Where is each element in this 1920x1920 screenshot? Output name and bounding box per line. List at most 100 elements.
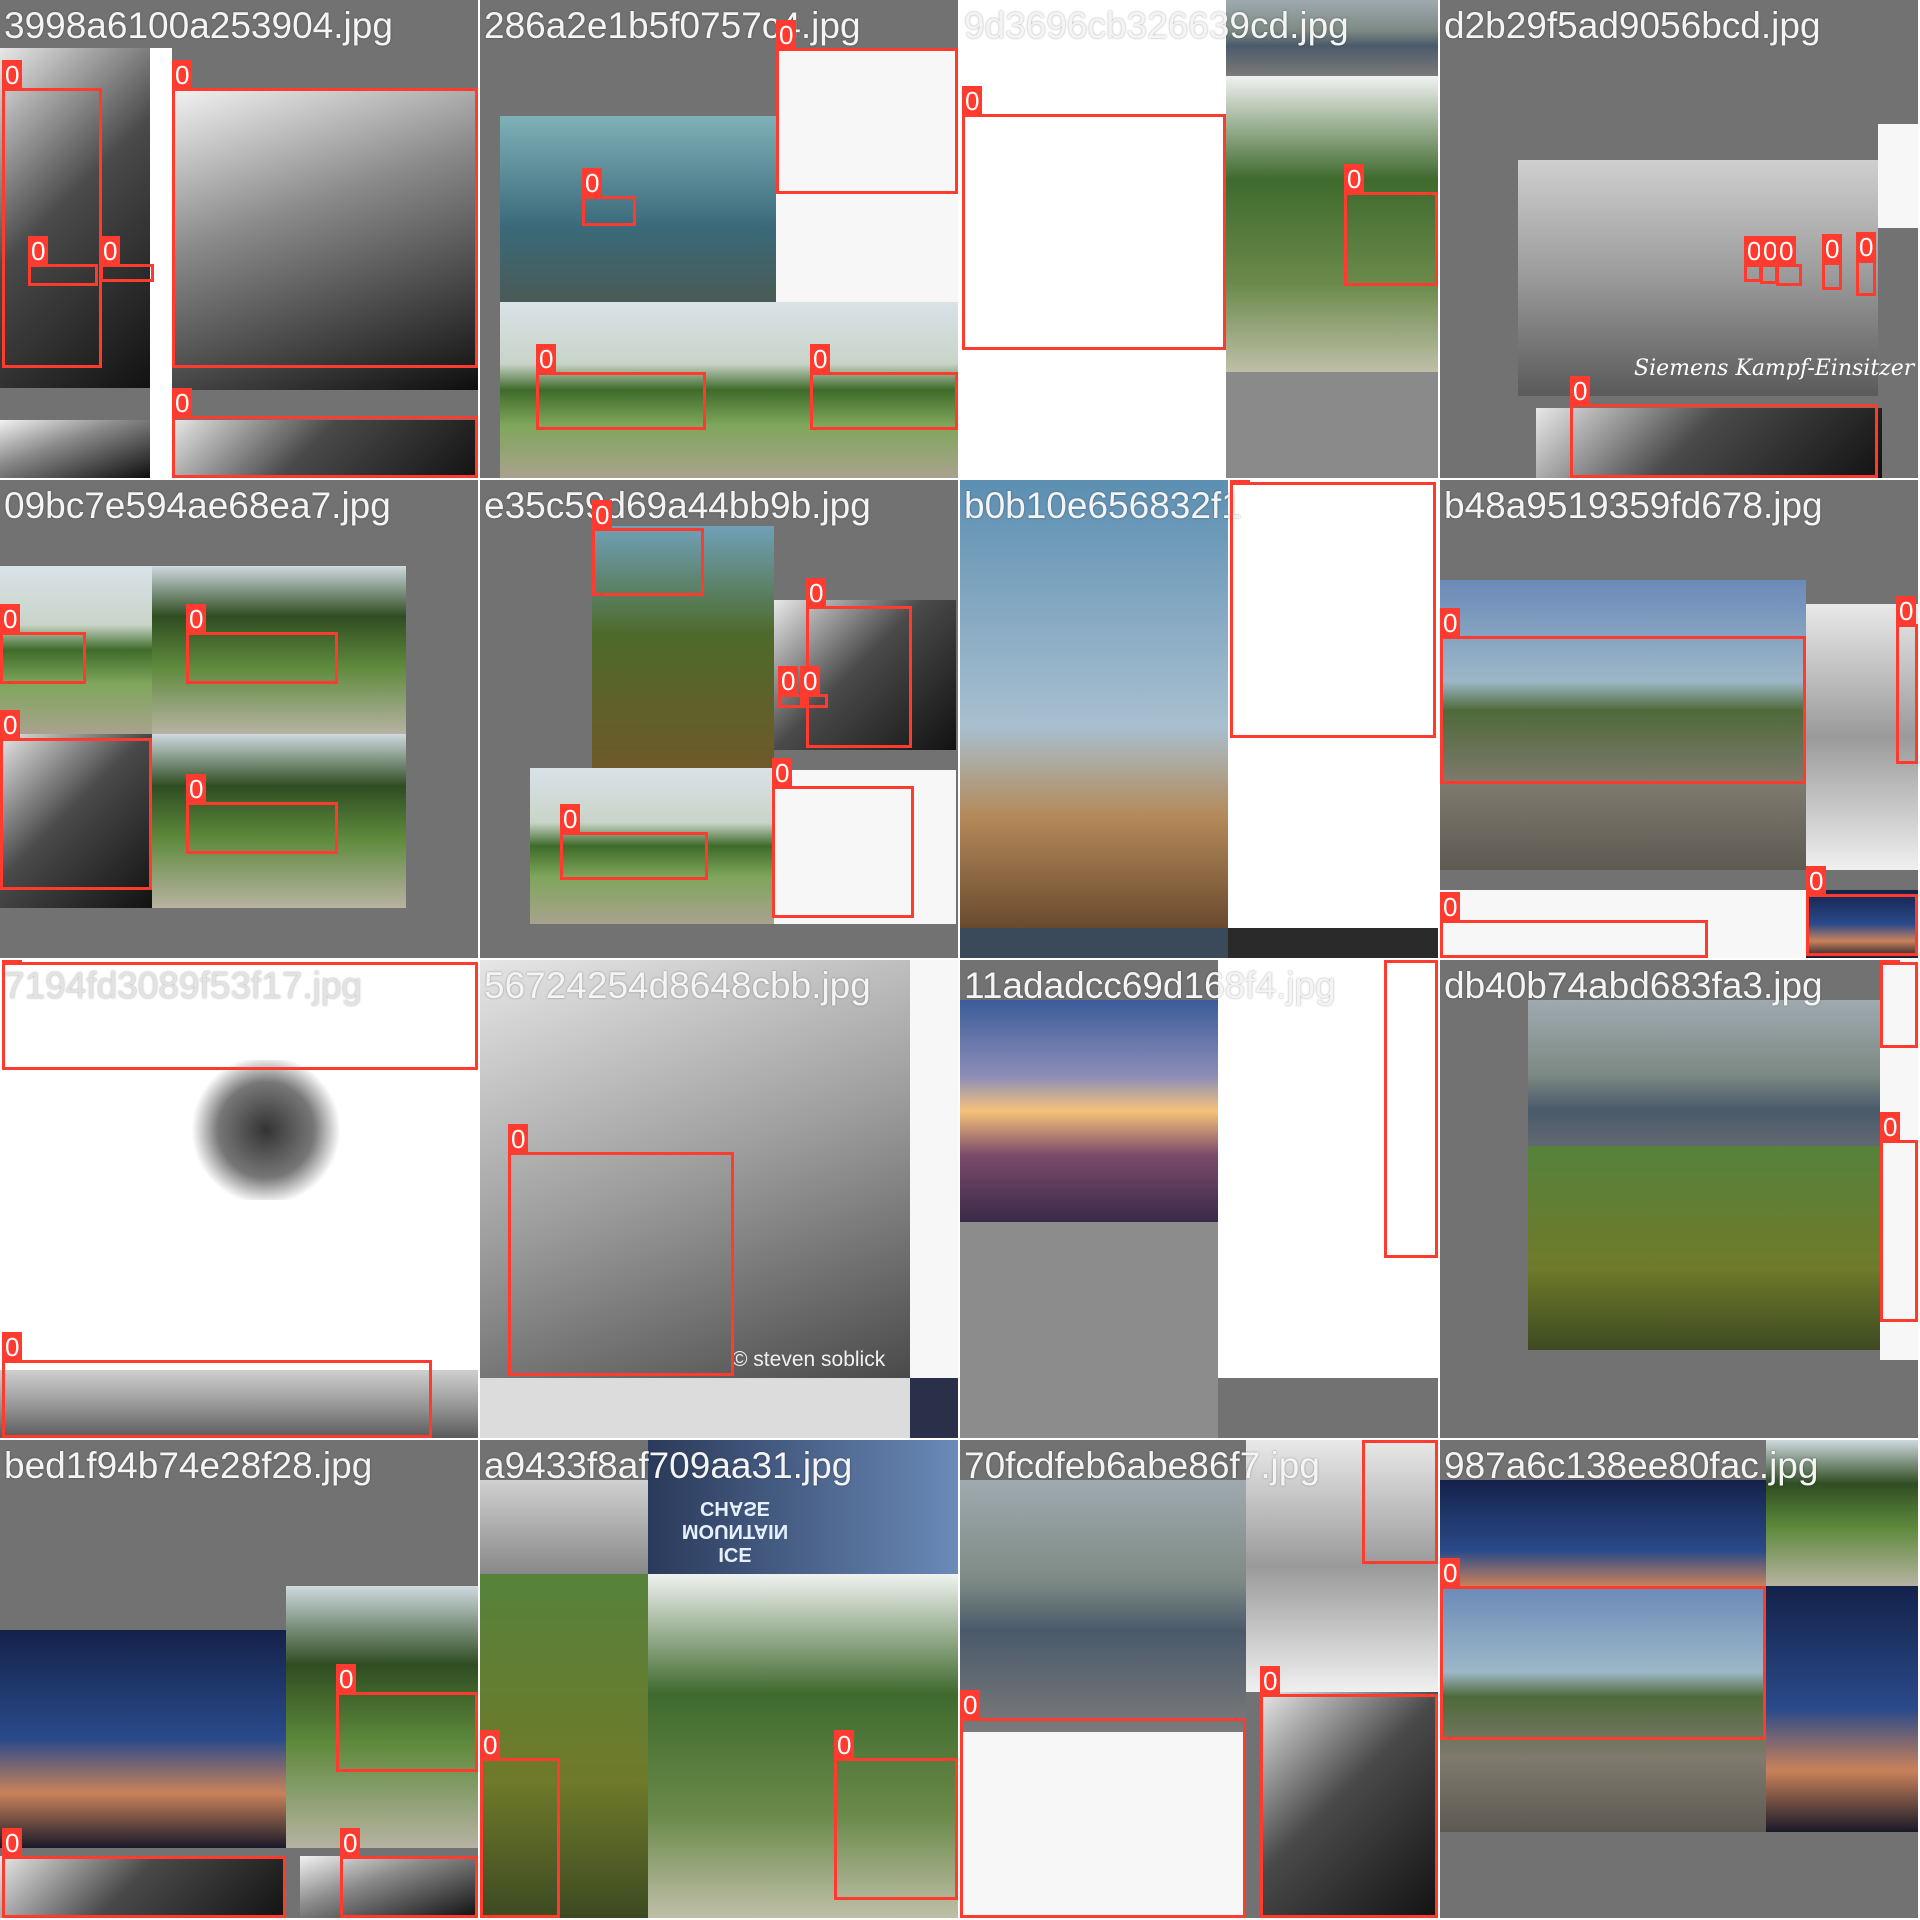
box-label: 0 bbox=[1384, 960, 1405, 962]
box-label: 0 bbox=[480, 1730, 501, 1760]
box-label: 0 bbox=[28, 236, 49, 266]
detection-box: 0 bbox=[1896, 596, 1918, 764]
detection-box: 0 bbox=[962, 86, 1226, 350]
box-label: 0 bbox=[1344, 164, 1365, 194]
detection-box: 0 bbox=[560, 804, 708, 880]
detection-box: 0 bbox=[186, 774, 338, 854]
detection-box: 0 bbox=[1776, 236, 1802, 286]
tile-filename: 3998a6100a253904.jpg bbox=[4, 5, 393, 46]
tile: e35c59d69a44bb9b.jpg 0 0 0 0 0 0 bbox=[480, 480, 958, 958]
box-label: 0 bbox=[1880, 960, 1901, 964]
box-label: 0 bbox=[2, 1828, 23, 1858]
detection-box: 0 bbox=[834, 1730, 958, 1900]
box-label: 0 bbox=[2, 60, 23, 90]
box-label: 0 bbox=[186, 774, 207, 804]
detection-box: 0 bbox=[186, 604, 338, 684]
tile: 3998a6100a253904.jpg 0 0 0 0 0 bbox=[0, 0, 478, 478]
detection-box: 0 bbox=[800, 666, 828, 708]
image-piece bbox=[910, 1378, 958, 1438]
detection-box: 0 bbox=[172, 388, 478, 478]
tile-filename: 9d3696cb326639cd.jpg bbox=[964, 5, 1349, 46]
detection-box: 0 bbox=[1440, 1558, 1766, 1740]
detection-box: 0 bbox=[776, 20, 958, 194]
tile-filename: 11adadcc69d168f4.jpg bbox=[964, 965, 1336, 1006]
poster-text: ICE MOUNTAIN CHASE bbox=[681, 1497, 789, 1565]
tile-filename: d2b29f5ad9056bcd.jpg bbox=[1444, 5, 1821, 46]
detection-box: 0 bbox=[1260, 1666, 1438, 1918]
photo-watermark: © steven soblick bbox=[732, 1348, 886, 1371]
tile-filename: b48a9519359fd678.jpg bbox=[1444, 485, 1823, 526]
box-label: 0 bbox=[100, 236, 121, 266]
detection-box: 0 bbox=[28, 236, 98, 286]
box-label: 0 bbox=[336, 1664, 357, 1694]
box-label: 0 bbox=[1570, 376, 1591, 406]
mosaic-grid: 3998a6100a253904.jpg 0 0 0 0 0 286a2e1b5… bbox=[0, 0, 1920, 1920]
box-label: 0 bbox=[1806, 866, 1827, 896]
box-label: 0 bbox=[1260, 1666, 1281, 1696]
detection-box: 0 bbox=[1384, 960, 1438, 1258]
image-piece bbox=[960, 1222, 1218, 1438]
detection-box: 0 bbox=[582, 168, 636, 226]
tile-filename: 987a6c138ee80fac.jpg bbox=[1444, 1445, 1819, 1486]
box-label: 0 bbox=[508, 1124, 529, 1154]
image-piece bbox=[960, 1000, 1218, 1222]
tile: b48a9519359fd678.jpg 0 0 0 0 bbox=[1440, 480, 1918, 958]
image-piece bbox=[1228, 928, 1438, 958]
box-label: 0 bbox=[772, 758, 793, 788]
tile-filename: a9433f8af709aa31.jpg bbox=[484, 1445, 853, 1486]
detection-box: 0 bbox=[0, 604, 86, 684]
detection-box: 0 bbox=[340, 1828, 478, 1918]
tile: 70fcdfeb6abe86f7.jpg 0 0 0 bbox=[960, 1440, 1438, 1918]
box-label: 0 bbox=[960, 1690, 981, 1720]
box-label: 0 bbox=[0, 710, 21, 740]
box-label: 0 bbox=[1822, 234, 1843, 264]
detection-box: 0 bbox=[1880, 1112, 1918, 1322]
detection-box: 0 bbox=[536, 344, 706, 430]
tile: 9d3696cb326639cd.jpg 0 0 bbox=[960, 0, 1438, 478]
box-label: 0 bbox=[776, 20, 797, 50]
box-label: 0 bbox=[806, 578, 827, 608]
box-label: 0 bbox=[1230, 480, 1251, 484]
biplane-caption: Siemens Kampf-Einsitzer bbox=[1634, 356, 1915, 381]
detection-box: 0 bbox=[806, 578, 912, 748]
image-piece bbox=[0, 420, 150, 478]
image-piece bbox=[960, 480, 1228, 928]
detection-box: 0 bbox=[336, 1664, 478, 1772]
detection-box: 0 bbox=[1880, 960, 1918, 1048]
detection-box: 0 bbox=[1344, 164, 1438, 286]
tile-filename: 286a2e1b5f0757c4.jpg bbox=[484, 5, 861, 46]
box-label: 0 bbox=[1440, 608, 1461, 638]
tile: d2b29f5ad9056bcd.jpg Siemens Kampf-Einsi… bbox=[1440, 0, 1918, 478]
tile-filename: b0b10e656832f1 bbox=[964, 485, 1242, 526]
tile: a9433f8af709aa31.jpg ICE MOUNTAIN CHASE … bbox=[480, 1440, 958, 1918]
detection-box: 0 bbox=[1570, 376, 1878, 478]
tile-filename: e35c59d69a44bb9b.jpg bbox=[484, 485, 871, 526]
tile: b0b10e656832f1 0 bbox=[960, 480, 1438, 958]
detection-box: 0 bbox=[2, 960, 478, 1070]
image-piece bbox=[480, 1378, 910, 1438]
detection-box: 0 bbox=[960, 1690, 1246, 1918]
image-piece bbox=[960, 1480, 1246, 1732]
box-label: 0 bbox=[962, 86, 983, 116]
tile: 11adadcc69d168f4.jpg 0 bbox=[960, 960, 1438, 1438]
box-label: 0 bbox=[810, 344, 831, 374]
box-label: 0 bbox=[1440, 892, 1461, 922]
box-label: 0 bbox=[1362, 1440, 1383, 1442]
tile-filename: db40b74abd683fa3.jpg bbox=[1444, 965, 1823, 1006]
box-label: 0 bbox=[0, 604, 21, 634]
image-piece bbox=[910, 960, 958, 1378]
tile: db40b74abd683fa3.jpg 0 0 bbox=[1440, 960, 1918, 1438]
box-label: 0 bbox=[536, 344, 557, 374]
box-label: 0 bbox=[186, 604, 207, 634]
image-piece bbox=[1878, 124, 1918, 228]
image-piece bbox=[186, 1060, 346, 1200]
box-label: 0 bbox=[560, 804, 581, 834]
box-label: 0 bbox=[2, 1332, 23, 1362]
box-label: 0 bbox=[1776, 236, 1797, 266]
box-label: 0 bbox=[582, 168, 603, 198]
detection-box: 0 bbox=[1440, 608, 1806, 784]
detection-box: 0 bbox=[1856, 232, 1877, 296]
box-label: 0 bbox=[592, 500, 613, 530]
detection-box: 0 bbox=[100, 236, 154, 282]
tile: bed1f94b74e28f28.jpg 0 0 0 bbox=[0, 1440, 478, 1918]
